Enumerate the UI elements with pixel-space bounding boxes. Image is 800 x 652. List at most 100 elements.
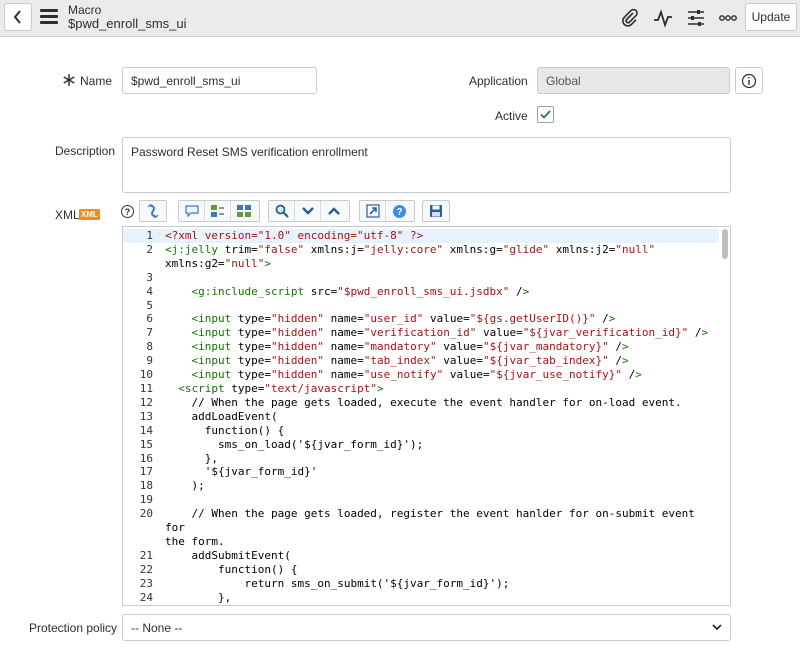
next-icon[interactable]	[295, 201, 321, 221]
code-line[interactable]: 19	[123, 493, 719, 507]
line-number: 5	[146, 298, 153, 312]
code-text: },	[165, 451, 218, 465]
code-text: function() {	[165, 423, 285, 437]
active-checkbox[interactable]	[537, 106, 554, 123]
protection-policy-value: -- None --	[131, 620, 183, 635]
check-icon	[540, 110, 551, 119]
xml-code-editor[interactable]: 1 <?xml version="1.0" encoding="utf-8" ?>…	[122, 226, 731, 606]
code-text: addSubmitEvent(	[165, 548, 291, 562]
line-number: 8	[146, 340, 153, 354]
code-line[interactable]: 13 addLoadEvent(	[123, 410, 719, 424]
line-number: 9	[146, 354, 153, 368]
svg-text:?: ?	[396, 207, 402, 218]
line-number: 22	[139, 562, 153, 576]
code-line[interactable]: 11 <script type="text/javascript">	[123, 382, 719, 396]
menu-icon[interactable]	[40, 9, 58, 25]
code-line[interactable]: 10 <input type="hidden" name="use_notify…	[123, 368, 719, 382]
code-line[interactable]: 9 <input type="hidden" name="tab_index" …	[123, 354, 719, 368]
help-icon[interactable]: ?	[121, 205, 134, 218]
line-number: 4	[146, 284, 153, 298]
code-line[interactable]: 16 },	[123, 452, 719, 466]
line-number: 25	[123, 604, 153, 605]
comment-icon[interactable]	[179, 201, 205, 221]
attachment-icon[interactable]	[618, 6, 642, 30]
code-line[interactable]: 3	[123, 271, 719, 285]
code-text: return sms_on_submit('${jvar_form_id}');	[165, 576, 510, 590]
code-text: '${jvar_form_id}'	[153, 604, 719, 605]
mandatory-icon	[63, 74, 75, 86]
code-line[interactable]: 5	[123, 299, 719, 313]
search-icon[interactable]	[269, 201, 295, 221]
code-lines: 1 <?xml version="1.0" encoding="utf-8" ?>…	[123, 229, 719, 605]
description-field[interactable]: Password Reset SMS verification enrollme…	[122, 137, 731, 193]
code-line[interactable]: 4 <g:include_script src="$pwd_enroll_sms…	[123, 285, 719, 299]
settings-icon[interactable]	[684, 6, 708, 30]
name-field[interactable]: $pwd_enroll_sms_ui	[122, 67, 317, 94]
line-number: 11	[139, 381, 153, 395]
line-number: 6	[146, 312, 153, 326]
code-text: <input type="hidden" name="tab_index" va…	[191, 354, 629, 368]
description-label: Description	[55, 144, 116, 158]
code-line[interactable]: 24 },	[123, 591, 719, 605]
info-icon	[741, 73, 757, 88]
record-name-label: $pwd_enroll_sms_ui	[68, 16, 187, 31]
code-text: <?xml version="1.0" encoding="utf-8" ?>	[165, 229, 424, 242]
name-label: Name	[80, 74, 113, 88]
code-line[interactable]: 7 <input type="hidden" name="verificatio…	[123, 326, 719, 340]
line-number: 3	[146, 270, 153, 284]
line-number: 16	[139, 451, 153, 465]
line-number: 12	[139, 395, 153, 409]
xml-label: XML	[55, 208, 80, 222]
activity-icon[interactable]	[651, 6, 675, 30]
application-field: Global	[537, 67, 730, 94]
code-line[interactable]: 20 // When the page gets loaded, registe…	[123, 507, 719, 549]
line-number: 23	[139, 576, 153, 590]
line-number: 7	[146, 326, 153, 340]
replace-all-icon[interactable]	[231, 201, 257, 221]
update-button[interactable]: Update	[745, 3, 797, 31]
code-line[interactable]: 6 <input type="hidden" name="user_id" va…	[123, 312, 719, 326]
code-line[interactable]: 21 addSubmitEvent(	[123, 549, 719, 563]
code-line[interactable]: 25 '${jvar_form_id}'	[123, 604, 719, 605]
back-button[interactable]	[4, 3, 32, 31]
line-number: 17	[139, 465, 153, 479]
toolbar-group-format	[139, 200, 167, 222]
code-text: <input type="hidden" name="verification_…	[191, 326, 709, 340]
code-text: // When the page gets loaded, execute th…	[165, 395, 682, 409]
replace-icon[interactable]	[205, 201, 231, 221]
code-line[interactable]: 12 // When the page gets loaded, execute…	[123, 396, 719, 410]
protection-policy-select[interactable]: -- None --	[122, 614, 731, 641]
code-line[interactable]: 15 sms_on_load('${jvar_form_id}');	[123, 438, 719, 452]
code-text: '${jvar_form_id}'	[165, 465, 318, 479]
previous-icon[interactable]	[321, 201, 347, 221]
more-icon[interactable]	[716, 6, 740, 30]
code-line[interactable]: 23 return sms_on_submit('${jvar_form_id}…	[123, 577, 719, 591]
code-line[interactable]: 17 '${jvar_form_id}'	[123, 465, 719, 479]
protection-policy-label: Protection policy	[29, 621, 118, 635]
code-text: <j:jelly trim="false" xmlns:j="jelly:cor…	[165, 242, 656, 270]
code-line[interactable]: 22 function() {	[123, 563, 719, 577]
editor-scrollbar[interactable]	[722, 229, 728, 259]
code-line[interactable]: 1 <?xml version="1.0" encoding="utf-8" ?>	[123, 229, 719, 243]
line-number: 14	[139, 423, 153, 437]
toolbar-group-search	[268, 200, 350, 222]
format-icon[interactable]	[140, 201, 166, 221]
line-number: 21	[139, 548, 153, 562]
code-text: <g:include_script src="$pwd_enroll_sms_u…	[191, 284, 530, 298]
line-number: 1	[146, 229, 153, 242]
help-circle-icon[interactable]: ?	[386, 201, 412, 221]
save-icon[interactable]	[423, 201, 449, 221]
code-line[interactable]: 8 <input type="hidden" name="mandatory" …	[123, 340, 719, 354]
code-line[interactable]: 18 );	[123, 479, 719, 493]
fullscreen-icon[interactable]	[360, 201, 386, 221]
info-button[interactable]	[735, 67, 763, 94]
line-number: 18	[139, 479, 153, 493]
line-number: 10	[139, 368, 153, 382]
line-number: 20	[139, 507, 153, 521]
toolbar-group-save	[422, 200, 450, 222]
code-line[interactable]: 14 function() {	[123, 424, 719, 438]
code-line[interactable]: 2 <j:jelly trim="false" xmlns:j="jelly:co…	[123, 243, 719, 271]
